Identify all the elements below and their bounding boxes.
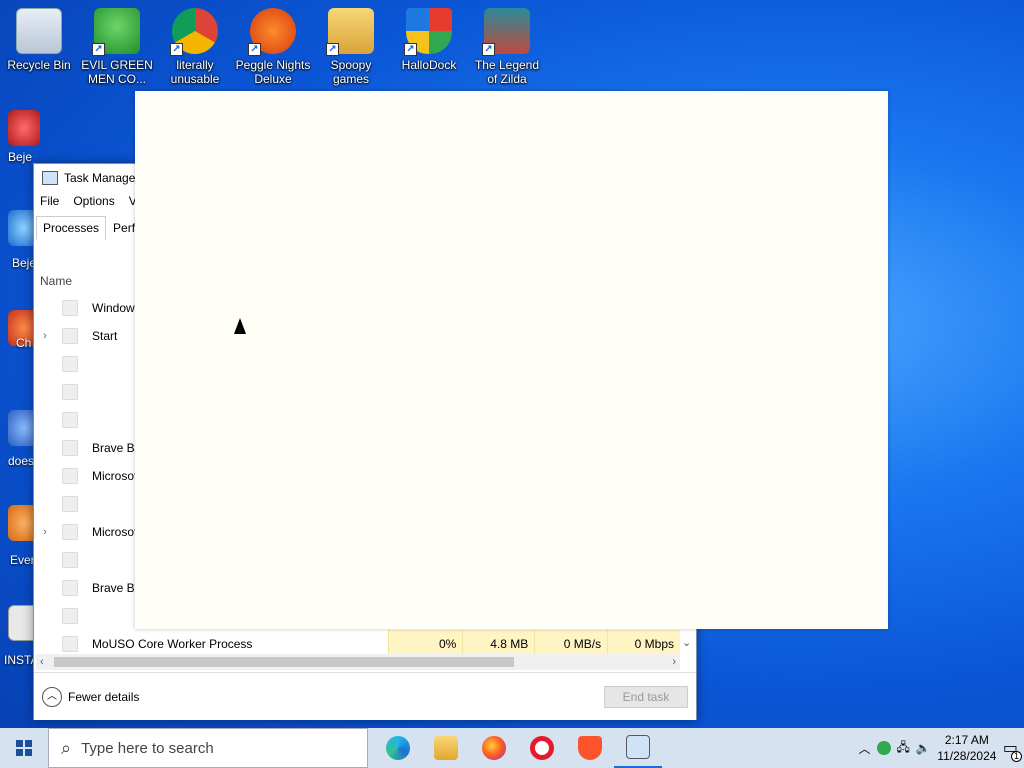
shortcut-arrow-icon: ↗ <box>482 43 495 56</box>
desktop-icon-peggle[interactable]: ↗ Peggle Nights Deluxe <box>235 8 311 86</box>
start-button[interactable] <box>0 728 48 768</box>
edge-icon <box>386 736 410 760</box>
desktop-icon-chrome[interactable]: ↗ literally unusable <box>157 8 233 86</box>
desktop-icon-recycle-bin[interactable]: Recycle Bin <box>1 8 77 72</box>
process-icon <box>62 580 78 596</box>
column-header-name[interactable]: Name <box>40 274 72 288</box>
process-icon <box>62 608 78 624</box>
process-icon <box>62 468 78 484</box>
green-men-tray-icon[interactable] <box>876 741 891 755</box>
taskbar-file-explorer[interactable] <box>422 728 470 768</box>
taskbar-search-box[interactable]: ⌕ Type here to search <box>48 728 368 768</box>
taskbar-task-manager[interactable] <box>614 728 662 768</box>
clock-time: 2:17 AM <box>944 733 989 747</box>
taskbar-opera[interactable] <box>518 728 566 768</box>
shortcut-arrow-icon: ↗ <box>170 43 183 56</box>
fewer-details-button[interactable]: ︿ Fewer details <box>42 686 140 707</box>
shortcut-arrow-icon: ↗ <box>404 43 417 56</box>
process-icon <box>62 412 78 428</box>
clock[interactable]: 2:17 AM 11/28/2024 <box>937 732 997 764</box>
process-icon <box>62 552 78 568</box>
folder-icon: ↗ <box>326 8 374 56</box>
process-icon <box>62 356 78 372</box>
notification-icon[interactable]: ▭ 1 <box>1003 738 1022 762</box>
search-icon: ⌕ <box>61 737 72 758</box>
chevron-up-icon: ︿ <box>42 686 62 707</box>
taskbar-brave[interactable] <box>566 728 614 768</box>
brave-icon <box>578 736 602 760</box>
process-icon <box>62 496 78 512</box>
shortcut-arrow-icon: ↗ <box>92 43 105 56</box>
menu-options[interactable]: Options <box>73 194 114 208</box>
taskbar: ⌕ Type here to search ︿ 🖧 🔈 2:17 AM 11/2… <box>0 728 1024 768</box>
green-men-icon: ↗ <box>92 8 140 56</box>
menu-file[interactable]: File <box>40 194 59 208</box>
process-icon <box>62 300 78 316</box>
menu-bar: File Options V <box>40 194 137 208</box>
volume-icon[interactable]: 🔈 <box>916 741 931 755</box>
process-icon <box>62 328 78 344</box>
recycle-bin-icon <box>16 8 62 54</box>
desktop-icon-spoopy-games[interactable]: ↗ Spoopy games <box>313 8 389 86</box>
bejeweled-icon <box>8 110 40 146</box>
desktop-icon-zilda[interactable]: ↗ The Legend of Zilda <box>469 8 545 86</box>
end-task-button[interactable]: End task <box>604 685 688 708</box>
footer: ︿ Fewer details End task <box>34 672 696 720</box>
mouse-cursor-icon <box>234 318 246 334</box>
system-tray: ︿ 🖧 🔈 2:17 AM 11/28/2024 ▭ 1 <box>859 728 1024 768</box>
scrollbar-thumb[interactable] <box>54 657 514 667</box>
task-manager-icon <box>42 171 58 185</box>
chevron-up-icon[interactable]: ︿ <box>859 740 871 757</box>
taskbar-edge[interactable] <box>374 728 422 768</box>
process-icon <box>62 440 78 456</box>
tab-processes[interactable]: Processes <box>36 216 107 240</box>
desktop-icon-hallodock[interactable]: ↗ HalloDock <box>391 8 467 72</box>
search-placeholder: Type here to search <box>81 739 214 757</box>
desktop-icon-evil-green-men[interactable]: ↗ EVIL GREEN MEN CO... <box>79 8 155 86</box>
firefox-icon <box>482 736 506 760</box>
clock-date: 11/28/2024 <box>937 749 997 763</box>
zilda-icon: ↗ <box>482 8 530 56</box>
windows-logo-icon <box>16 740 32 756</box>
peggle-icon: ↗ <box>248 8 296 56</box>
fewer-details-label: Fewer details <box>68 689 140 704</box>
network-icon[interactable]: 🖧 <box>897 738 910 759</box>
process-icon <box>62 384 78 400</box>
chevron-right-icon[interactable]: › <box>34 330 56 342</box>
window-title: Task Manager <box>64 171 140 185</box>
scroll-left-icon[interactable]: ‹ <box>40 654 44 670</box>
task-manager-icon <box>626 735 650 759</box>
process-icon <box>61 636 78 652</box>
scroll-down-icon[interactable]: ⌄ <box>682 636 691 649</box>
scroll-right-icon[interactable]: › <box>672 654 676 670</box>
notification-badge: 1 <box>1011 751 1022 762</box>
opera-icon <box>530 736 554 760</box>
file-explorer-icon <box>434 736 458 760</box>
process-name: MoUSO Core Worker Process <box>91 637 253 651</box>
chevron-right-icon[interactable]: › <box>34 526 56 538</box>
process-icon <box>62 524 78 540</box>
chrome-icon: ↗ <box>170 8 218 56</box>
shortcut-arrow-icon: ↗ <box>326 43 339 56</box>
taskbar-firefox[interactable] <box>470 728 518 768</box>
shortcut-arrow-icon: ↗ <box>248 43 261 56</box>
horizontal-scrollbar[interactable]: ‹ › <box>36 654 680 670</box>
blank-window[interactable] <box>135 91 888 629</box>
shield-icon: ↗ <box>404 8 452 56</box>
